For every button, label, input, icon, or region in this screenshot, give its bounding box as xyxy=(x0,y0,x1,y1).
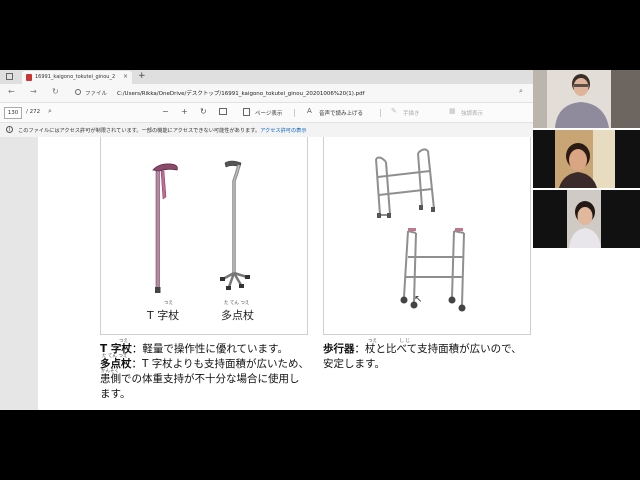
page-view-button[interactable]: ページ表示 xyxy=(255,109,282,117)
file-label: ファイル xyxy=(85,91,108,97)
quad-cane-description-line4: ます。 xyxy=(100,388,131,400)
quad-cane-image xyxy=(220,160,250,290)
highlight-button[interactable]: 強調表示 xyxy=(461,109,483,117)
participant-2-video xyxy=(533,130,640,188)
infobar-message: このファイルにはアクセス許可が制限されています。一部の機能にアクセスできない可能… xyxy=(18,127,307,134)
video-tile-participant-1[interactable] xyxy=(533,70,640,128)
video-tile-participant-2[interactable] xyxy=(533,130,640,188)
quad-cane-description: 多点杖：T 字杖よりも支持面積が広いため、 xyxy=(100,357,309,372)
read-aloud-icon: A xyxy=(307,107,312,115)
window-menu-icon[interactable] xyxy=(6,73,13,80)
walker-description: 歩行器：杖と比べて支持面積が広いので、 xyxy=(323,342,522,357)
highlight-icon: ▦ xyxy=(449,107,456,115)
tab-pdf[interactable]: 16991_kaigono_tokutei_ginou_2 × xyxy=(22,71,132,84)
walker-text: ：杖と比べて支持面積が広いので、 xyxy=(354,343,522,355)
canes-illustration-panel: つえ T 字杖 た てん つえ 多点杖 xyxy=(100,137,308,335)
t-cane-caption: T 字杖 xyxy=(147,309,180,322)
pdf-toolbar: 130 / 272 ⌕ − + ↻ ページ表示 A 音声で読み上げる ✎ 手描き… xyxy=(0,103,533,123)
video-tile-participant-3[interactable] xyxy=(533,190,640,248)
info-circle-icon[interactable] xyxy=(75,89,81,95)
t-cane-image xyxy=(152,163,178,293)
toolbar-divider xyxy=(294,109,295,117)
reload-button[interactable]: ↻ xyxy=(52,87,59,96)
walker-image-2 xyxy=(403,230,465,306)
t-cane-caption-ruby: つえ xyxy=(164,301,173,306)
walkers-illustration xyxy=(375,148,466,312)
walker-description-line2: 安定します。 xyxy=(323,358,385,370)
walker-image-2-wheels xyxy=(400,296,466,312)
new-tab-button[interactable]: + xyxy=(138,71,146,81)
participant-3-video xyxy=(533,190,640,248)
tab-close-icon[interactable]: × xyxy=(123,73,128,80)
pdf-page: つえ T 字杖 た てん つえ 多点杖 ↖ つえ T 字杖：軽量で操作性に優れて… xyxy=(38,137,594,410)
document-viewer[interactable]: つえ T 字杖 た てん つえ 多点杖 ↖ つえ T 字杖：軽量で操作性に優れて… xyxy=(0,137,594,410)
quad-cane-text: ：T 字杖よりも支持面積が広いため、 xyxy=(131,358,310,370)
quad-cane-caption: 多点杖 xyxy=(221,309,254,322)
canes-illustration xyxy=(152,160,250,293)
walker-illustration-panel: ↖ xyxy=(323,137,531,335)
search-icon[interactable]: ⌕ xyxy=(48,107,52,116)
tab-strip: 16991_kaigono_tokutei_ginou_2 × + xyxy=(0,70,533,84)
walker-term: 歩行器 xyxy=(323,343,355,355)
url-field[interactable]: C:/Users/Rikka/OneDrive/デスクトップ/16991_kai… xyxy=(117,89,365,97)
infobar-text: このファイルにはアクセス許可が制限されています。一部の機能にアクセスできない可能… xyxy=(18,128,261,134)
app-window: 16991_kaigono_tokutei_ginou_2 × + ← → ↻ … xyxy=(0,70,640,410)
zoom-in-button[interactable]: + xyxy=(181,107,188,116)
participant-1-video xyxy=(533,70,640,128)
permission-infobar: i このファイルにはアクセス許可が制限されています。一部の機能にアクセスできない… xyxy=(0,123,533,138)
walker-image-1 xyxy=(375,148,435,216)
address-bar: ← → ↻ ファイル C:/Users/Rikka/OneDrive/デスクトッ… xyxy=(0,84,533,103)
read-aloud-button[interactable]: 音声で読み上げる xyxy=(319,109,363,117)
rotate-icon[interactable]: ↻ xyxy=(200,107,207,116)
page-count: / 272 xyxy=(26,109,41,115)
quad-cane-caption-ruby: た てん つえ xyxy=(224,301,250,306)
view-permissions-link[interactable]: アクセス許可の表示 xyxy=(260,128,306,134)
page-view-icon xyxy=(243,108,250,116)
mouse-cursor-icon: ↖ xyxy=(414,294,423,305)
back-button[interactable]: ← xyxy=(8,87,15,96)
zoom-out-button[interactable]: − xyxy=(162,107,169,116)
draw-button[interactable]: 手描き xyxy=(403,109,420,117)
t-cane-text: ：軽量で操作性に優れています。 xyxy=(131,343,288,355)
toolbar-divider xyxy=(380,109,381,117)
quad-cane-description-line3: 患側での体重支持が不十分な場合に使用し xyxy=(100,373,300,385)
tab-title: 16991_kaigono_tokutei_ginou_2 xyxy=(35,74,116,80)
zoom-icon[interactable]: ⌕ xyxy=(519,87,523,96)
walker-image-1-tips xyxy=(377,205,435,218)
pdf-icon xyxy=(26,74,32,81)
forward-button[interactable]: → xyxy=(30,87,37,96)
draw-icon: ✎ xyxy=(391,107,397,115)
info-icon: i xyxy=(6,126,13,133)
fit-page-icon[interactable] xyxy=(219,108,227,115)
page-number-input[interactable]: 130 xyxy=(4,107,22,119)
t-cane-description: T 字杖：軽量で操作性に優れています。 xyxy=(100,342,288,357)
